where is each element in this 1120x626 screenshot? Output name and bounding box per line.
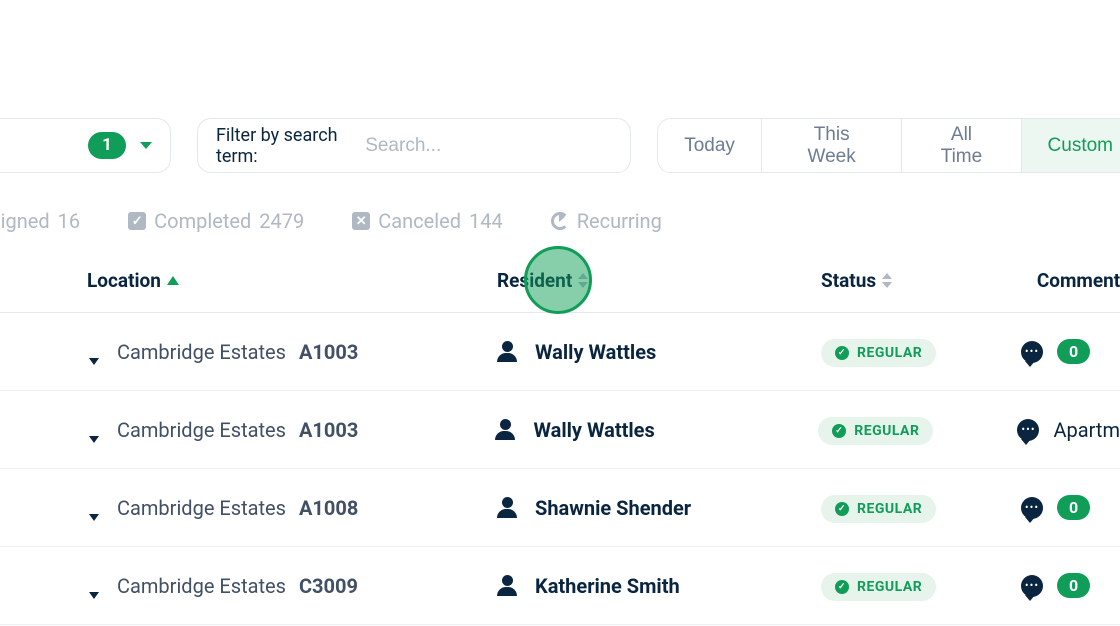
column-comments[interactable]: Comments (1021, 269, 1120, 292)
chat-icon: ••• (1021, 575, 1043, 597)
table-row[interactable]: Cambridge EstatesC3009Katherine Smith✓RE… (0, 547, 1120, 625)
verified-icon: ✓ (835, 502, 849, 516)
search-filter[interactable]: Filter by search term: (197, 118, 631, 173)
status-badge: ✓REGULAR (821, 495, 936, 523)
cell-comments[interactable]: ••• Apartm (1017, 418, 1120, 442)
cell-location: Cambridge EstatesA1003 (87, 418, 495, 442)
check-icon: ✓ (128, 212, 146, 230)
column-resident[interactable]: Resident (497, 269, 821, 292)
pin-icon (87, 498, 101, 518)
date-range-group: Today This Week All Time Custom (657, 118, 1120, 173)
pin-icon (87, 420, 101, 440)
comment-count: 0 (1057, 573, 1090, 598)
cell-resident: Shawnie Shender (497, 496, 821, 520)
chat-icon: ••• (1017, 419, 1039, 441)
cell-status: ✓REGULAR (821, 492, 1021, 523)
status-badge: ✓REGULAR (821, 339, 936, 367)
cell-comments[interactable]: ••• 0 (1021, 495, 1120, 520)
chat-icon: ••• (1021, 341, 1043, 363)
cell-resident: Wally Wattles (495, 418, 818, 442)
range-custom-button[interactable]: Custom (1022, 119, 1120, 172)
table-row[interactable]: Cambridge EstatesA1003Wally Wattles✓REGU… (0, 391, 1120, 469)
status-badge: ✓REGULAR (821, 573, 936, 601)
search-label: Filter by search term: (216, 125, 349, 167)
cell-resident: Wally Wattles (497, 340, 821, 364)
tab-recurring[interactable]: Recurring (551, 209, 662, 233)
search-input[interactable] (363, 134, 612, 158)
cell-status: ✓REGULAR (821, 570, 1021, 601)
filter-dropdown[interactable]: 1 (0, 118, 171, 173)
person-icon (497, 341, 517, 362)
range-week-button[interactable]: This Week (762, 119, 903, 172)
pin-icon (87, 576, 101, 596)
cell-resident: Katherine Smith (497, 574, 821, 598)
tab-assigned[interactable]: ssigned 16 (0, 209, 80, 233)
tab-canceled[interactable]: ✕ Canceled 144 (352, 209, 503, 233)
comment-count: 0 (1057, 495, 1090, 520)
tab-completed[interactable]: ✓ Completed 2479 (128, 209, 304, 233)
range-today-button[interactable]: Today (658, 119, 762, 172)
cell-status: ✓REGULAR (821, 336, 1021, 367)
column-location[interactable]: Location (87, 269, 497, 292)
chat-icon: ••• (1021, 497, 1043, 519)
cell-location: Cambridge EstatesA1003 (87, 340, 497, 364)
verified-icon: ✓ (835, 580, 849, 594)
sort-asc-icon (167, 276, 179, 285)
x-icon: ✕ (352, 212, 370, 230)
verified-icon: ✓ (832, 424, 846, 438)
cell-comments[interactable]: ••• 0 (1021, 573, 1120, 598)
pin-icon (87, 342, 101, 362)
person-icon (497, 497, 517, 518)
cell-status: ✓REGULAR (818, 414, 1017, 445)
table-row[interactable]: Cambridge EstatesA1008Shawnie Shender✓RE… (0, 469, 1120, 547)
table-row[interactable]: Cambridge EstatesA1003Wally Wattles✓REGU… (0, 313, 1120, 391)
table-body: Cambridge EstatesA1003Wally Wattles✓REGU… (0, 313, 1120, 625)
cell-location: Cambridge EstatesC3009 (87, 574, 497, 598)
range-all-button[interactable]: All Time (902, 119, 1021, 172)
status-badge: ✓REGULAR (818, 417, 933, 445)
column-status[interactable]: Status (821, 269, 1021, 292)
cell-location: Cambridge EstatesA1008 (87, 496, 497, 520)
recurring-icon (551, 212, 569, 230)
sort-icon (578, 273, 588, 288)
sort-icon (882, 273, 892, 288)
cell-comments[interactable]: ••• 0 (1021, 339, 1120, 364)
person-icon (497, 575, 517, 596)
person-icon (495, 419, 515, 440)
caret-down-icon (140, 142, 152, 149)
filter-count-badge: 1 (88, 132, 126, 158)
comment-count: 0 (1057, 339, 1090, 364)
comment-text: Apartm (1053, 418, 1120, 442)
verified-icon: ✓ (835, 346, 849, 360)
